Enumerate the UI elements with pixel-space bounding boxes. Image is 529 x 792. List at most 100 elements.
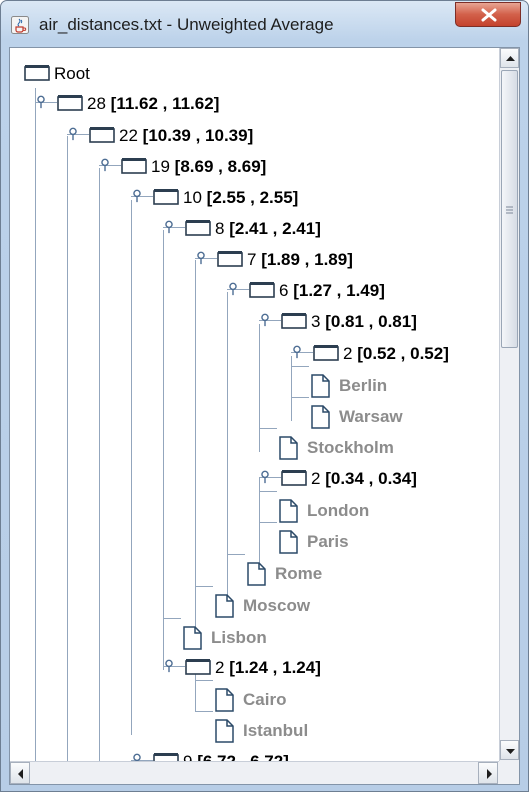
tree-line <box>227 292 228 608</box>
cluster-count: 10 <box>183 188 202 207</box>
arrow-right-icon <box>487 769 492 779</box>
vertical-scrollbar[interactable] <box>499 48 519 761</box>
cluster-range: [8.69 , 8.69] <box>174 157 267 176</box>
tree-handle-icon[interactable] <box>163 659 175 673</box>
tree-line <box>195 680 213 681</box>
folder-icon <box>185 659 211 675</box>
window-title: air_distances.txt - Unweighted Average <box>39 15 334 34</box>
cluster-count: 6 <box>279 281 289 300</box>
tree-handle-icon[interactable] <box>67 127 79 141</box>
folder-icon <box>153 189 179 205</box>
java-cup-icon <box>11 16 29 34</box>
cluster-label: 8 [2.41 , 2.41] <box>215 219 321 239</box>
tree-line <box>259 324 260 452</box>
title-bar[interactable]: air_distances.txt - Unweighted Average <box>1 1 528 47</box>
tree-line <box>67 136 68 761</box>
folder-icon <box>217 251 243 267</box>
tree-line <box>227 554 245 555</box>
tree-handle-icon[interactable] <box>259 470 271 484</box>
file-icon <box>311 374 330 398</box>
tree-handle-icon[interactable] <box>195 251 207 265</box>
tree-handle-icon[interactable] <box>131 189 143 203</box>
leaf-label: Stockholm <box>307 438 394 457</box>
tree-line <box>35 88 36 761</box>
file-icon <box>215 594 234 618</box>
cluster-count: 9 <box>183 752 192 761</box>
grip-icon <box>506 206 513 214</box>
tree-handle-icon[interactable] <box>163 220 175 234</box>
cluster-count: 19 <box>151 157 170 176</box>
close-x-icon <box>481 8 497 22</box>
cluster-count: 2 <box>215 658 225 677</box>
tree-handle-icon[interactable] <box>291 345 303 359</box>
folder-icon <box>281 470 307 486</box>
folder-icon <box>24 65 50 81</box>
file-icon <box>183 626 202 650</box>
cluster-range: [0.81 , 0.81] <box>325 312 417 331</box>
cluster-label: 19 [8.69 , 8.69] <box>151 157 266 177</box>
tree-line <box>195 586 213 587</box>
cluster-label: 3 [0.81 , 0.81] <box>311 312 417 332</box>
scroll-left-button[interactable] <box>10 762 30 784</box>
cluster-range: [0.52 , 0.52] <box>357 344 449 363</box>
file-icon <box>279 530 298 554</box>
cluster-count: 2 <box>311 469 321 488</box>
cluster-count: 22 <box>119 126 138 145</box>
leaf-label: Paris <box>307 532 349 551</box>
tree-line <box>259 522 277 523</box>
dendrogram-tree[interactable]: Root 28 [11.62 , 11.62] 22 [10.39 , 10.3… <box>10 48 499 761</box>
folder-icon <box>89 127 115 143</box>
tree-line <box>291 366 309 367</box>
leaf-label: Cairo <box>243 690 287 709</box>
folder-icon <box>249 282 275 298</box>
scroll-thumb[interactable] <box>501 70 518 348</box>
cluster-label: 10 [2.55 , 2.55] <box>183 188 298 208</box>
cluster-range: [11.62 , 11.62] <box>110 94 220 113</box>
cluster-label: 22 [10.39 , 10.39] <box>119 126 253 146</box>
tree-line <box>259 478 260 574</box>
cluster-label: 9 [6.72 , 6.72] <box>183 752 289 761</box>
folder-icon <box>313 345 339 361</box>
tree-line <box>291 397 309 398</box>
cluster-range: [1.24 , 1.24] <box>229 658 321 677</box>
tree-handle-icon[interactable] <box>227 282 239 296</box>
leaf-label: Rome <box>275 564 323 583</box>
scroll-corner <box>499 761 519 784</box>
file-icon <box>311 405 330 429</box>
tree-line <box>99 168 100 761</box>
tree-line <box>259 428 277 429</box>
tree-handle-icon[interactable] <box>99 158 111 172</box>
tree-line <box>131 200 132 735</box>
root-label: Root <box>54 64 90 83</box>
cluster-range: [1.89 , 1.89] <box>261 250 353 269</box>
scroll-down-button[interactable] <box>500 740 519 760</box>
cluster-range: [0.34 , 0.34] <box>325 469 417 488</box>
leaf-label: Istanbul <box>243 721 309 740</box>
leaf-label: Berlin <box>339 376 388 395</box>
cluster-range: [2.55 , 2.55] <box>206 188 299 207</box>
tree-handle-icon[interactable] <box>131 753 143 761</box>
cluster-label: 7 [1.89 , 1.89] <box>247 250 353 270</box>
cluster-count: 7 <box>247 250 257 269</box>
leaf-label: Warsaw <box>339 407 403 426</box>
folder-icon <box>185 220 211 236</box>
cluster-label: 2 [0.34 , 0.34] <box>311 469 417 489</box>
scroll-up-button[interactable] <box>500 48 519 68</box>
application-window: air_distances.txt - Unweighted Average R… <box>0 0 529 792</box>
tree-handle-icon[interactable] <box>259 313 271 327</box>
cluster-range: [2.41 , 2.41] <box>229 219 321 238</box>
tree-line <box>163 618 181 619</box>
file-icon <box>279 499 298 523</box>
file-icon <box>215 719 234 743</box>
file-icon <box>279 436 298 460</box>
cluster-range: [1.27 , 1.49] <box>293 281 385 300</box>
horizontal-scrollbar[interactable] <box>10 761 499 784</box>
scroll-right-button[interactable] <box>478 762 498 784</box>
arrow-down-icon <box>506 749 515 754</box>
close-button[interactable] <box>455 2 521 27</box>
cluster-range: [6.72 , 6.72] <box>197 752 289 761</box>
folder-icon <box>57 95 83 111</box>
tree-handle-icon[interactable] <box>35 95 47 109</box>
tree-line <box>195 670 196 712</box>
arrow-up-icon <box>506 56 515 61</box>
